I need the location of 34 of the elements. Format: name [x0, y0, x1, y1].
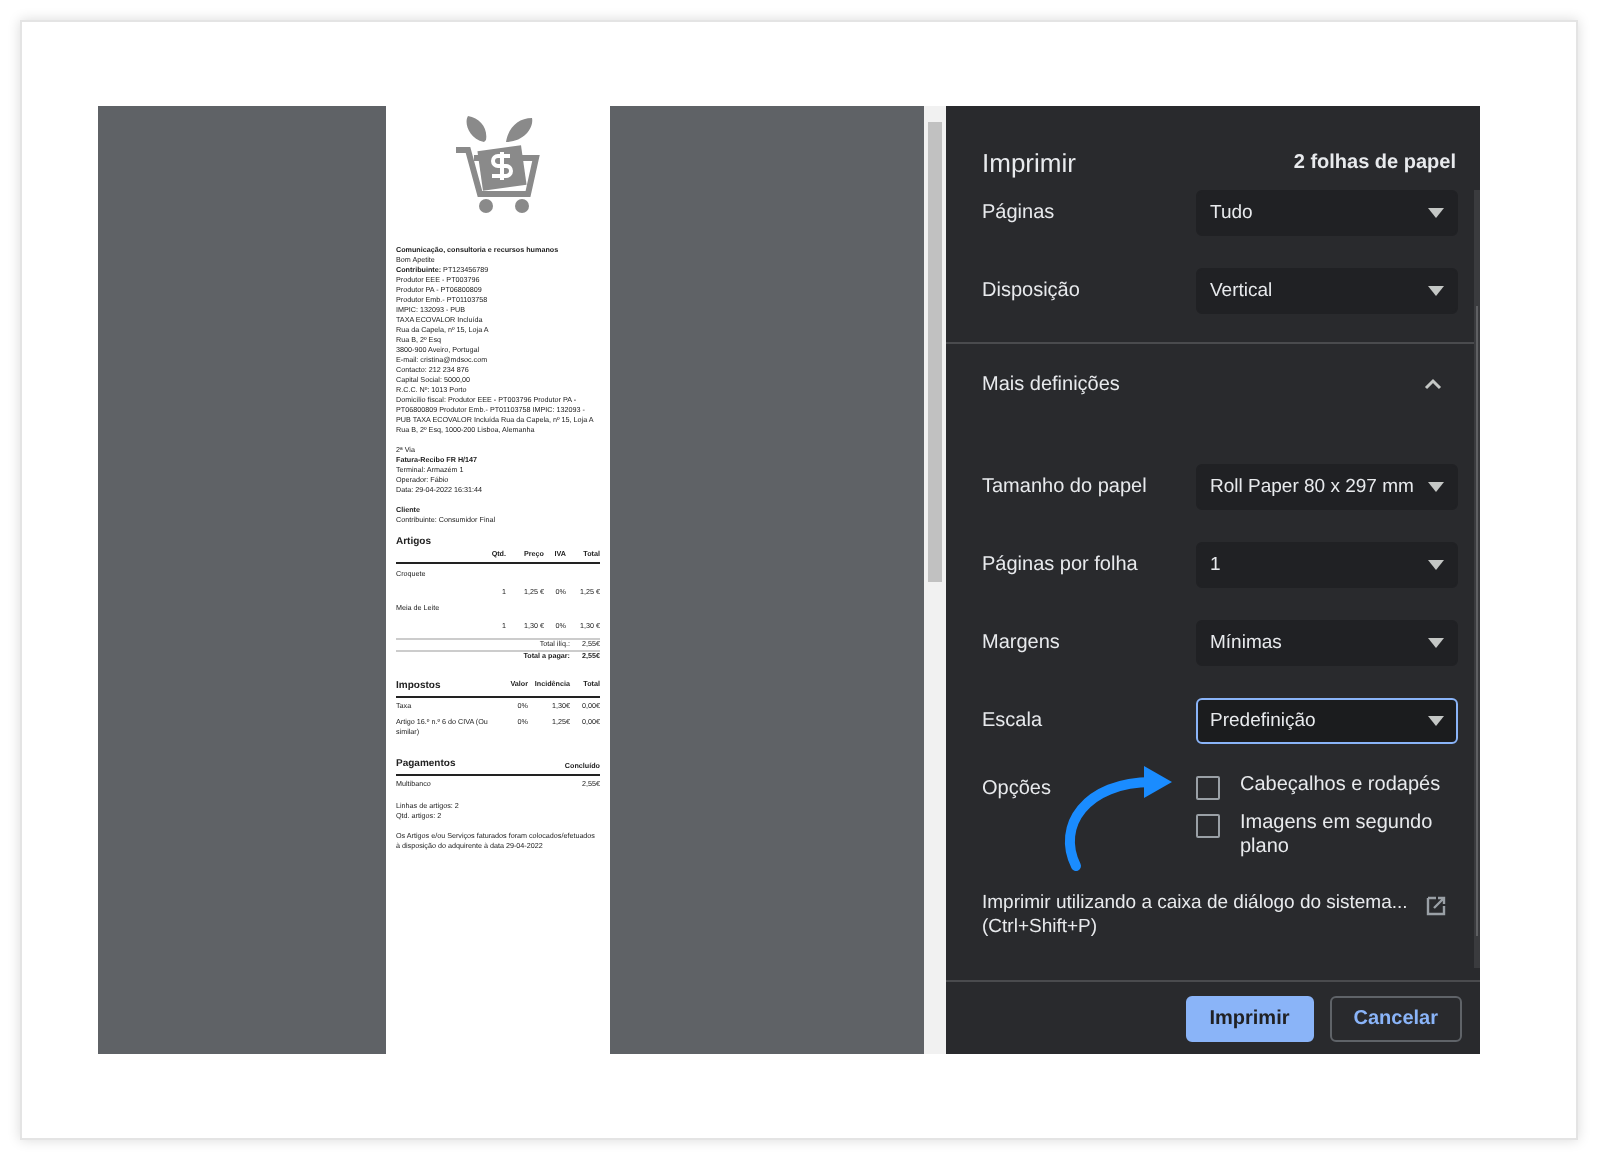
scrollbar[interactable]	[1474, 190, 1480, 968]
setting-label: Tamanho do papel	[982, 476, 1147, 498]
cancel-button[interactable]: Cancelar	[1329, 995, 1462, 1041]
setting-label: Páginas por folha	[982, 554, 1138, 576]
external-link-icon	[1426, 896, 1446, 916]
shopping-cart-logo-icon	[452, 114, 544, 218]
setting-label: Páginas	[982, 202, 1055, 224]
caret-icon	[1428, 482, 1444, 492]
caret-icon	[1428, 638, 1444, 648]
setting-label: Disposição	[982, 280, 1080, 302]
dropdown[interactable]: Roll Paper 80 x 297 mm	[1196, 464, 1458, 510]
more-settings-toggle[interactable]: Mais definições	[982, 344, 1458, 424]
dropdown[interactable]: Mínimas	[1196, 620, 1458, 666]
setting-label: Escala	[982, 710, 1043, 732]
sheet-count: 2 folhas de papel	[1293, 151, 1456, 173]
dialog-title: Imprimir	[982, 147, 1076, 177]
scrollbar[interactable]	[924, 106, 946, 1054]
setting-label: Margens	[982, 632, 1060, 654]
caret-icon	[1428, 560, 1444, 570]
print-button[interactable]: Imprimir	[1185, 995, 1314, 1041]
caret-icon	[1428, 286, 1444, 296]
system-dialog-link[interactable]: Imprimir utilizando a caixa de diálogo do sistema... (Ctrl+Shift+P)	[982, 892, 1426, 940]
dropdown[interactable]: Tudo	[1196, 190, 1458, 236]
checkbox-option[interactable]: Imagens em segundo plano	[1196, 812, 1458, 860]
checkbox[interactable]	[1196, 776, 1220, 800]
dropdown[interactable]: Predefinição	[1196, 698, 1458, 744]
caret-icon	[1428, 716, 1444, 726]
dropdown[interactable]: Vertical	[1196, 268, 1458, 314]
caret-icon	[1428, 208, 1444, 218]
checkbox-option[interactable]: Cabeçalhos e rodapés	[1196, 774, 1458, 800]
dropdown[interactable]: 1	[1196, 542, 1458, 588]
chevron-icon	[1424, 378, 1442, 390]
setting-label: Opções	[982, 776, 1051, 804]
checkbox[interactable]	[1196, 814, 1220, 838]
